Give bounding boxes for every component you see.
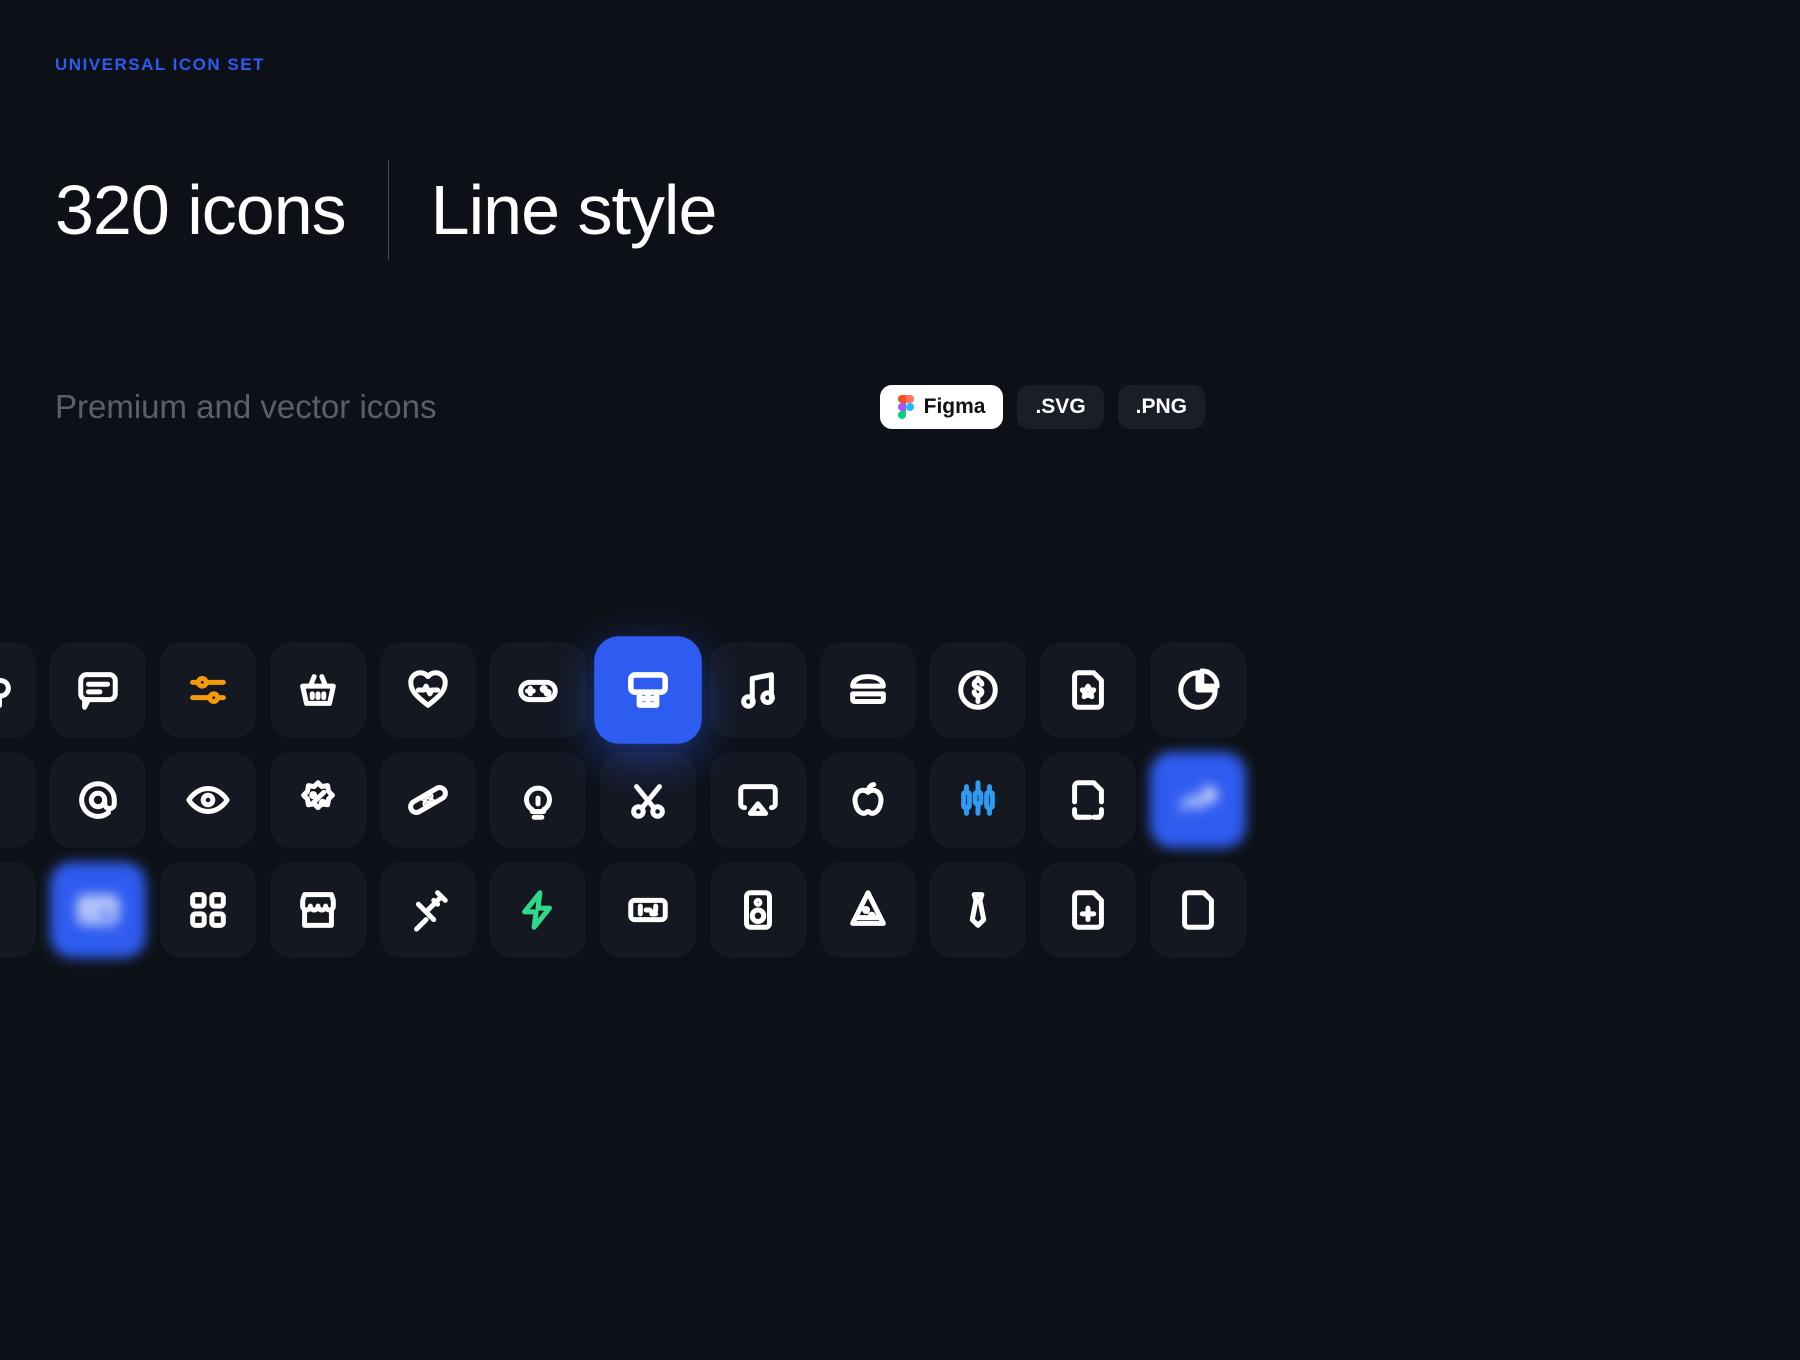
headline: 320 icons Line style: [0, 75, 1260, 260]
lightbulb-icon[interactable]: [490, 752, 586, 848]
basket-icon[interactable]: [270, 642, 366, 738]
trend-icon[interactable]: [1150, 752, 1246, 848]
dollar-circle-icon[interactable]: [930, 642, 1026, 738]
heartbeat-icon[interactable]: [380, 642, 476, 738]
file-star-icon[interactable]: [1040, 642, 1136, 738]
subtitle: Premium and vector icons: [55, 388, 436, 426]
figma-badge-label: Figma: [924, 395, 986, 419]
file-dashed-icon[interactable]: [1040, 752, 1136, 848]
airplay-icon[interactable]: [710, 752, 806, 848]
png-badge-label: .PNG: [1136, 395, 1187, 419]
pie-chart-icon[interactable]: [1150, 642, 1246, 738]
format-badges: Figma .SVG .PNG: [880, 385, 1205, 429]
chat-icon[interactable]: [50, 642, 146, 738]
credit-card-icon[interactable]: [50, 862, 146, 958]
at-sign-icon[interactable]: [50, 752, 146, 848]
figma-badge[interactable]: Figma: [880, 385, 1004, 429]
grid-apps-icon[interactable]: [160, 862, 256, 958]
icon-row: [0, 862, 1320, 958]
store-icon[interactable]: [270, 862, 366, 958]
eye-icon[interactable]: [160, 752, 256, 848]
svg-badge-label: .SVG: [1035, 395, 1085, 419]
eyebrow-label: UNIVERSAL ICON SET: [0, 0, 1260, 75]
headline-right: Line style: [431, 170, 717, 250]
icon-grid: [0, 642, 1320, 972]
apple-icon[interactable]: [820, 752, 916, 848]
syringe-icon[interactable]: [380, 862, 476, 958]
scoreboard-icon[interactable]: [600, 862, 696, 958]
figma-icon: [898, 395, 914, 419]
discount-badge-icon[interactable]: [270, 752, 366, 848]
headline-left: 320 icons: [55, 170, 346, 250]
ice-cream-icon[interactable]: [0, 752, 36, 848]
music-note-icon[interactable]: [710, 642, 806, 738]
sliders-icon[interactable]: [160, 642, 256, 738]
chef-hat-icon[interactable]: [0, 642, 36, 738]
headline-separator: [388, 160, 389, 260]
pear-icon[interactable]: [0, 862, 36, 958]
burger-icon[interactable]: [820, 642, 916, 738]
file-icon[interactable]: [1150, 862, 1246, 958]
tie-icon[interactable]: [930, 862, 1026, 958]
bolt-icon[interactable]: [490, 862, 586, 958]
file-plus-icon[interactable]: [1040, 862, 1136, 958]
speaker-icon[interactable]: [710, 862, 806, 958]
bandage-icon[interactable]: [380, 752, 476, 848]
scissors-icon[interactable]: [600, 752, 696, 848]
pizza-slice-icon[interactable]: [820, 862, 916, 958]
svg-badge[interactable]: .SVG: [1017, 385, 1103, 429]
basketball-hoop-icon[interactable]: [594, 636, 702, 744]
png-badge[interactable]: .PNG: [1118, 385, 1205, 429]
icon-row: [0, 642, 1320, 738]
gamepad-icon[interactable]: [490, 642, 586, 738]
icon-row: [0, 752, 1320, 848]
candlestick-icon[interactable]: [930, 752, 1026, 848]
